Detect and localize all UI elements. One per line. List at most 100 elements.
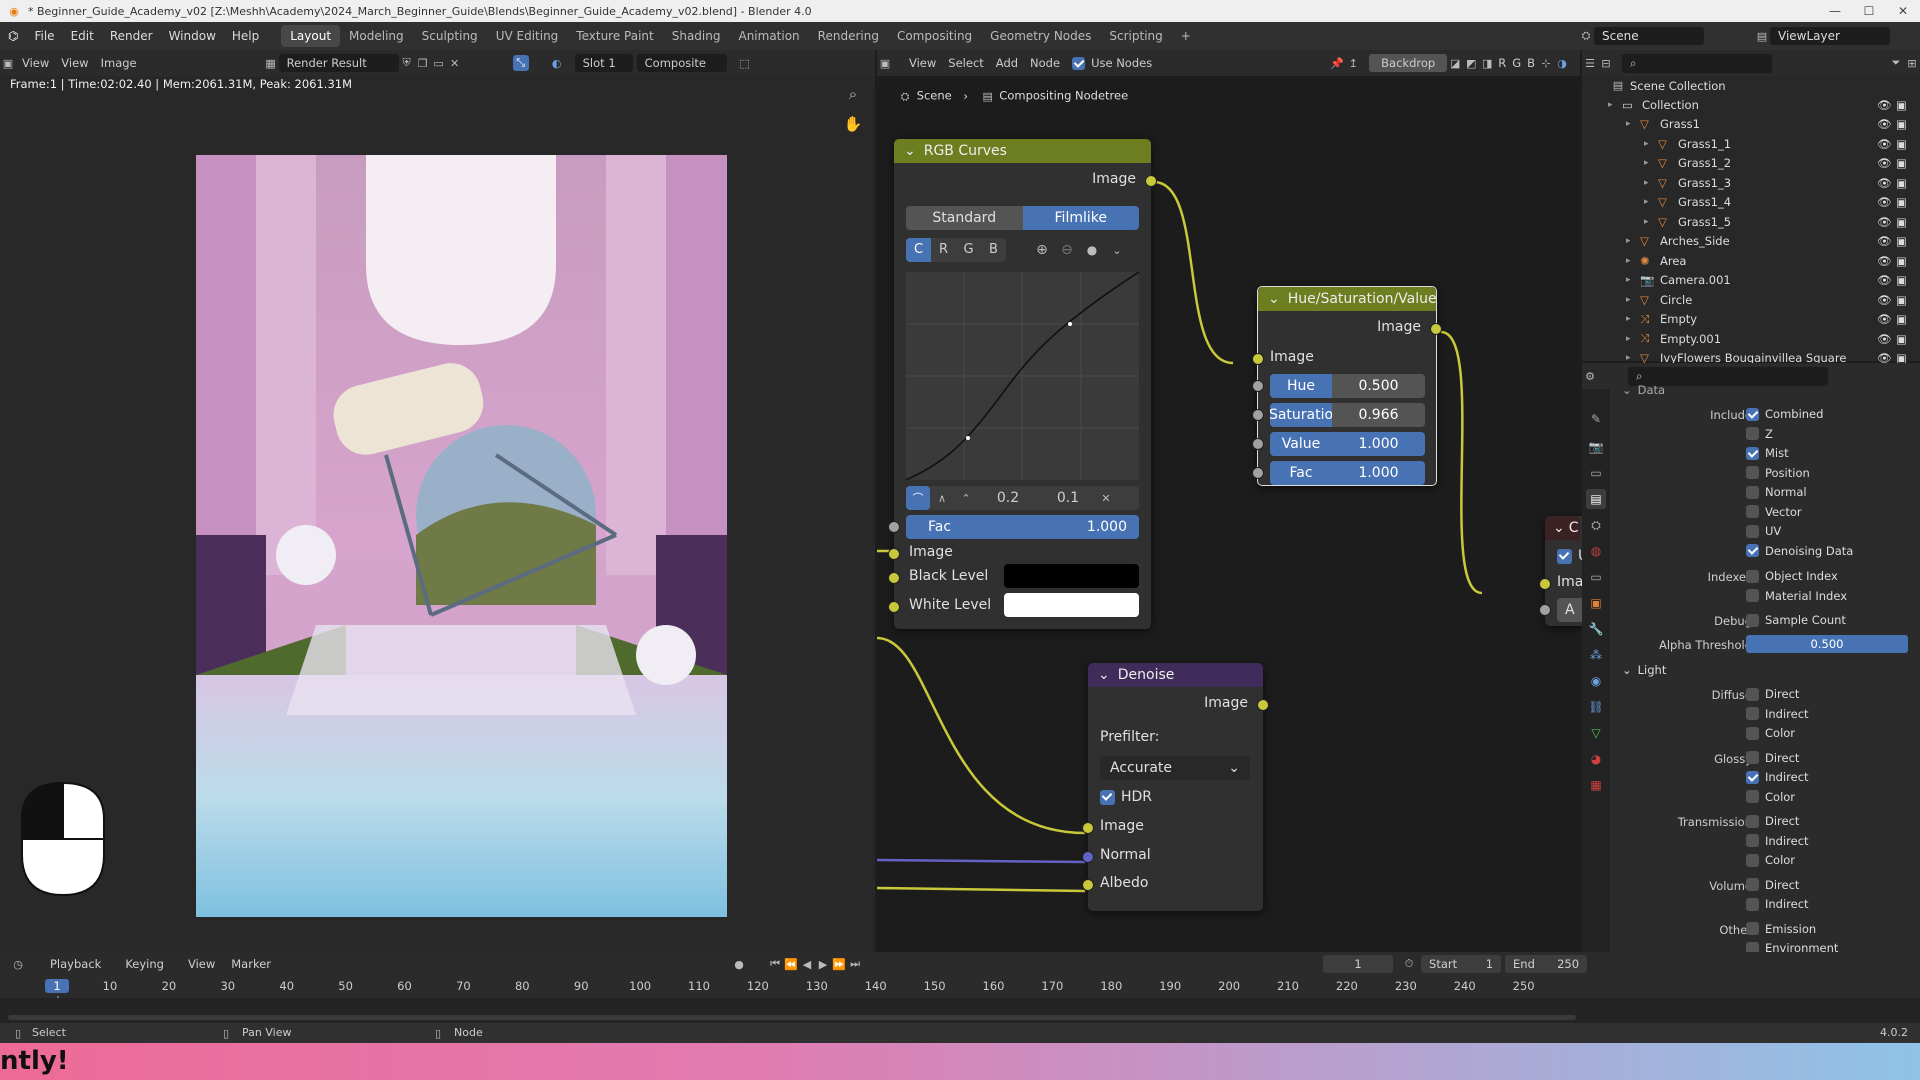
play-reverse-icon[interactable]: ◀ bbox=[799, 956, 815, 972]
sample-tool-icon[interactable]: ⤡ bbox=[512, 55, 529, 71]
visibility-eye-icon[interactable]: 👁 bbox=[1877, 98, 1892, 112]
backdrop-alpha-icon[interactable]: ◩ bbox=[1463, 55, 1479, 71]
next-keyframe-icon[interactable]: ⏩ bbox=[831, 956, 847, 972]
add-workspace-button[interactable]: + bbox=[1172, 25, 1200, 47]
constraints-tab-icon[interactable]: ⛓ bbox=[1586, 697, 1606, 717]
hsv-input-socket[interactable] bbox=[1252, 353, 1264, 365]
scene-selector[interactable]: Scene bbox=[1594, 27, 1704, 45]
workspace-tab-texture-paint[interactable]: Texture Paint bbox=[567, 25, 662, 47]
render-camera-icon[interactable]: ▣ bbox=[1896, 234, 1907, 248]
expand-arrow-icon[interactable]: ▸ bbox=[1644, 197, 1649, 207]
channel-b[interactable]: B bbox=[1524, 56, 1538, 70]
new-image-icon[interactable]: ❐ bbox=[415, 55, 431, 71]
end-frame-field[interactable]: End 250 bbox=[1505, 955, 1588, 973]
index-pass-toggle[interactable]: Object Index bbox=[1746, 569, 1838, 583]
jump-start-icon[interactable]: ⏮ bbox=[767, 956, 783, 972]
menu-window[interactable]: Window bbox=[161, 29, 224, 43]
pass-checkbox[interactable] bbox=[1746, 878, 1759, 891]
pass-checkbox[interactable] bbox=[1746, 569, 1759, 583]
workspace-tab-compositing[interactable]: Compositing bbox=[888, 25, 981, 47]
fac-input-socket[interactable] bbox=[888, 521, 900, 533]
hdr-checkbox[interactable] bbox=[1100, 789, 1115, 805]
outliner-item[interactable]: ▸ ▽ Grass1_1 👁 ▣ bbox=[1582, 134, 1920, 153]
render-camera-icon[interactable]: ▣ bbox=[1896, 98, 1907, 112]
node-add-menu[interactable]: Add bbox=[990, 56, 1024, 70]
workspace-tab-shading[interactable]: Shading bbox=[663, 25, 730, 47]
blender-menu-icon[interactable]: ⌬ bbox=[0, 29, 26, 43]
gizmo-icon[interactable]: ⬚ bbox=[737, 55, 753, 71]
image-view-menu[interactable]: View bbox=[16, 56, 55, 70]
hsv-fac-socket[interactable] bbox=[1252, 467, 1264, 479]
workspace-tab-uv-editing[interactable]: UV Editing bbox=[487, 25, 568, 47]
zoom-icon[interactable]: ⌕ bbox=[845, 85, 861, 103]
prefilter-dropdown[interactable]: Accurate ⌄ bbox=[1100, 756, 1250, 780]
expand-arrow-icon[interactable]: ▸ bbox=[1626, 236, 1631, 246]
collapse-chevron-icon[interactable]: ⌄ bbox=[1553, 520, 1565, 536]
denoise-output-socket[interactable] bbox=[1257, 699, 1269, 711]
alpha-threshold-slider[interactable]: 0.500 bbox=[1746, 635, 1908, 653]
light-pass-toggle[interactable]: Indirect bbox=[1746, 834, 1809, 848]
fac-slider[interactable]: Fac 1.000 bbox=[906, 515, 1139, 539]
expand-arrow-icon[interactable]: ▸ bbox=[1644, 139, 1649, 149]
render-camera-icon[interactable]: ▣ bbox=[1896, 195, 1907, 209]
jump-end-icon[interactable]: ⏭ bbox=[847, 956, 863, 972]
handle-vector-icon[interactable]: ∧ bbox=[930, 490, 954, 506]
delete-point-icon[interactable]: ✕ bbox=[1098, 490, 1114, 506]
visibility-eye-icon[interactable]: 👁 bbox=[1877, 176, 1892, 190]
node-editor-canvas[interactable]: ⛭ Scene › ▤ Compositing Nodetree ⌄ RGB C… bbox=[877, 88, 1605, 952]
rgb-curves-output-socket[interactable] bbox=[1145, 175, 1157, 187]
pass-checkbox[interactable] bbox=[1746, 407, 1759, 421]
use-alpha-checkbox[interactable] bbox=[1557, 548, 1572, 564]
outliner-item[interactable]: ▸ ⤨ Empty 👁 ▣ bbox=[1582, 310, 1920, 329]
render-camera-icon[interactable]: ▣ bbox=[1896, 137, 1907, 151]
channel-c-button[interactable]: C bbox=[906, 238, 931, 262]
include-pass-toggle[interactable]: UV bbox=[1746, 524, 1781, 538]
new-collection-icon[interactable]: ⊞ bbox=[1904, 55, 1920, 71]
parent-node-tree-icon[interactable]: ↥ bbox=[1345, 55, 1361, 71]
timeline-menu-marker[interactable]: Marker bbox=[231, 957, 271, 971]
light-pass-toggle[interactable]: Direct bbox=[1746, 751, 1799, 765]
denoise-header[interactable]: ⌄ Denoise bbox=[1088, 663, 1263, 687]
minimize-button[interactable]: — bbox=[1818, 0, 1852, 22]
node-node-menu[interactable]: Node bbox=[1024, 56, 1066, 70]
pass-checkbox[interactable] bbox=[1746, 613, 1759, 627]
workspace-tab-sculpting[interactable]: Sculpting bbox=[413, 25, 487, 47]
node-view-menu[interactable]: View bbox=[903, 56, 942, 70]
physics-tab-icon[interactable]: ◉ bbox=[1586, 671, 1606, 691]
visibility-eye-icon[interactable]: 👁 bbox=[1877, 312, 1892, 326]
unlink-image-icon[interactable]: ✕ bbox=[447, 55, 463, 71]
outliner-scene-collection[interactable]: ▤ Scene Collection bbox=[1610, 76, 1726, 95]
use-nodes-checkbox[interactable] bbox=[1072, 56, 1086, 70]
expand-arrow-icon[interactable]: ▸ bbox=[1626, 353, 1631, 363]
outliner-item[interactable]: ▸ ▽ Grass1 👁 ▣ bbox=[1582, 115, 1920, 134]
visibility-eye-icon[interactable]: 👁 bbox=[1877, 254, 1892, 268]
expand-arrow-icon[interactable]: ▸ bbox=[1626, 295, 1631, 305]
tool-tab-icon[interactable]: ✎ bbox=[1586, 409, 1606, 429]
composite-header[interactable]: ⌄ C bbox=[1545, 516, 1580, 540]
sample-count-toggle[interactable]: Sample Count bbox=[1746, 613, 1846, 627]
hsv-header[interactable]: ⌄ Hue/Saturation/Value bbox=[1258, 287, 1437, 311]
hsv-fac-field[interactable]: Fac 1.000 bbox=[1270, 461, 1425, 485]
timeline-scrollbar[interactable] bbox=[8, 1015, 1576, 1020]
light-pass-toggle[interactable]: Color bbox=[1746, 726, 1795, 740]
include-pass-toggle[interactable]: Mist bbox=[1746, 446, 1789, 460]
include-pass-toggle[interactable]: Vector bbox=[1746, 505, 1802, 519]
outliner-item[interactable]: ▸ ✺ Area 👁 ▣ bbox=[1582, 251, 1920, 270]
outliner-editor-type-icon[interactable]: ☰ bbox=[1582, 55, 1598, 71]
outliner-item[interactable]: ▸ ▭ Collection 👁 ▣ bbox=[1582, 95, 1920, 114]
rgb-curves-node[interactable]: ⌄ RGB Curves Image Standard Filmlike C R… bbox=[888, 139, 1157, 629]
node-select-menu[interactable]: Select bbox=[942, 56, 989, 70]
pin-icon[interactable]: 📌 bbox=[1329, 55, 1345, 71]
hue-field[interactable]: Hue 0.500 bbox=[1270, 374, 1425, 398]
expand-arrow-icon[interactable]: ▸ bbox=[1608, 100, 1613, 110]
editor-type-icon[interactable]: ▣ bbox=[0, 55, 16, 71]
outliner-item[interactable]: ▸ ▽ Grass1_5 👁 ▣ bbox=[1582, 212, 1920, 231]
backdrop-toggle[interactable]: Backdrop bbox=[1369, 54, 1448, 72]
display-channels-icon[interactable]: ◐ bbox=[549, 55, 565, 71]
handle-clamped-icon[interactable]: ⌃ bbox=[954, 490, 978, 506]
object-tab-icon[interactable]: ▣ bbox=[1586, 593, 1606, 613]
pass-checkbox[interactable] bbox=[1746, 687, 1759, 701]
backdrop-color-icon[interactable]: ◨ bbox=[1479, 55, 1495, 71]
visibility-eye-icon[interactable]: 👁 bbox=[1877, 195, 1892, 209]
outliner-item[interactable]: ▸ ▽ Grass1_3 👁 ▣ bbox=[1582, 173, 1920, 192]
